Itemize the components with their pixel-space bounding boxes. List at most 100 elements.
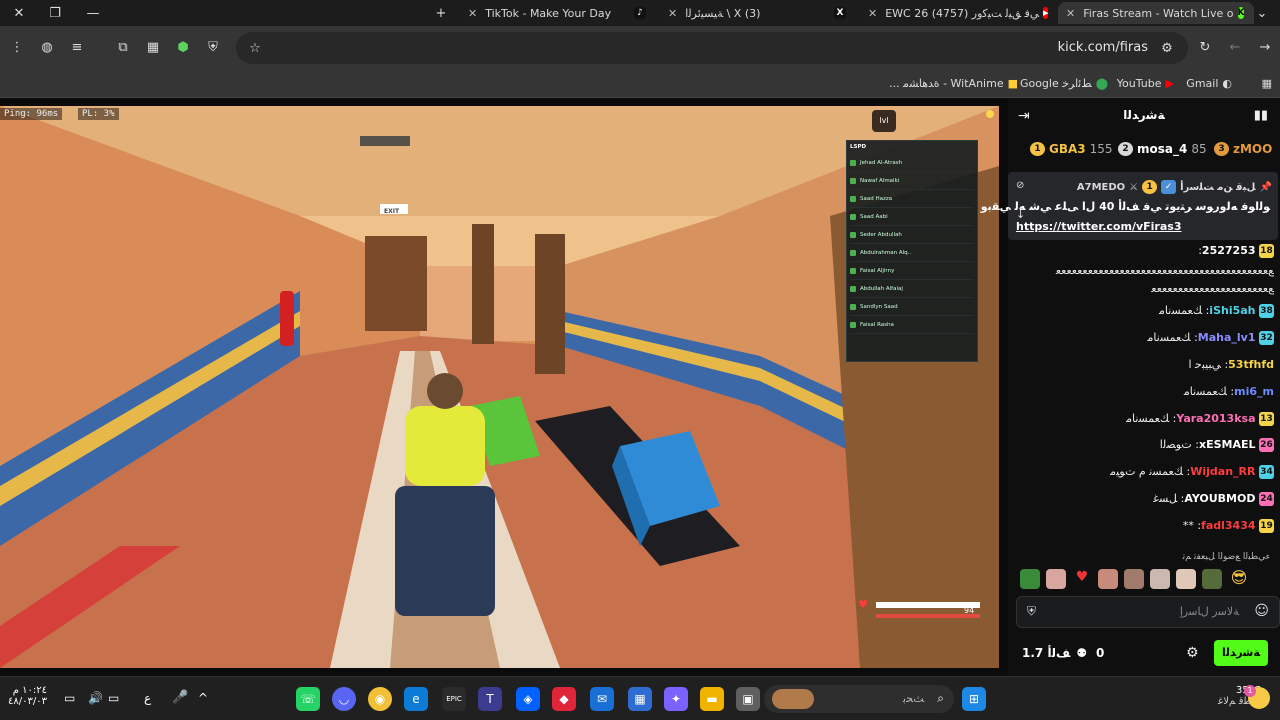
chat-username[interactable]: Wijdan_RR [1190, 465, 1255, 478]
site-settings-icon[interactable]: ⚙ [1158, 39, 1176, 57]
leaderboard-entry[interactable]: 2 mosa_4 85 [1118, 142, 1207, 156]
emote-icon[interactable] [1098, 569, 1118, 589]
chat-message[interactable]: 13 Yara2013ksa: ﻚﻌﻤﺴﻧﺎﻣ [1016, 412, 1274, 426]
microphone-icon[interactable]: 🎤 [172, 690, 188, 705]
bookmark-maps[interactable]: Google ﻂﺋﺍﺮﺧ ⬤ [1020, 77, 1108, 90]
chat-message[interactable]: ﻊﻌﻌﻌﻌﻌﻌﻌﻌﻌﻌﻌﻌﻌﻌﻌﻌﻌﻌﻌﻌﻌﻌﻌﻌﻌﻌﻌﻌﻌﻌﻌﻌﻌﻌﻌﻌﻌﻌﻌ… [1016, 264, 1274, 277]
chat-input-placeholder: ﺔﻟﺎﺳﺭ ﻝﺎﺳﺭﺇ [1179, 605, 1239, 618]
display-icon[interactable]: ▭ [108, 691, 119, 705]
task-view-icon[interactable]: ▣ [736, 687, 760, 711]
edge-icon[interactable]: e [404, 687, 428, 711]
emote-icon[interactable] [1202, 569, 1222, 589]
chat-username[interactable]: xESMAEL [1199, 438, 1256, 451]
emote-icon[interactable] [1176, 569, 1196, 589]
send-chat-button[interactable]: ﺔﺷﺭﺪﻟﺍ [1214, 640, 1268, 666]
restore-window-icon[interactable]: ❐ [36, 0, 74, 26]
windows-start-icon[interactable]: ⊞ [962, 687, 986, 711]
tab-close-icon[interactable]: ✕ [1066, 7, 1075, 20]
battery-icon[interactable]: ▭ [64, 691, 75, 705]
minimize-window-icon[interactable]: — [74, 0, 112, 26]
chat-message[interactable]: 26 xESMAEL: ﺕﻮﺼﻟﺍ [1016, 438, 1274, 452]
discord-icon[interactable]: ◡ [332, 687, 356, 711]
bookmark-gmail[interactable]: Gmail ◐ [1186, 77, 1232, 90]
tab-close-icon[interactable]: ✕ [468, 7, 477, 20]
chrome-icon[interactable]: ◉ [368, 687, 392, 711]
tab-youtube[interactable]: ✕ EWC 26 ﻲﻓ ﻖﻴﻟ ﺖﻴﻛﻭﺭ (4757) ▶ [860, 2, 1056, 24]
close-window-icon[interactable]: ✕ [0, 0, 38, 26]
chat-input[interactable]: ⛨ ﺔﻟﺎﺳﺭ ﻝﺎﺳﺭﺇ ☺ [1016, 596, 1280, 628]
cool-emoji-icon[interactable]: 😎 [1228, 568, 1250, 590]
app-diamond-icon[interactable]: ◆ [552, 687, 576, 711]
bookmark-youtube[interactable]: YouTube ▶ [1117, 77, 1174, 90]
copilot-icon[interactable]: ✦ [664, 687, 688, 711]
chat-username[interactable]: mi6_m [1234, 385, 1274, 398]
chat-users-icon[interactable]: ▮▮ [1254, 108, 1268, 123]
address-bar[interactable]: ☆ kick.com/firas ⚙ [236, 32, 1188, 64]
tab-tiktok[interactable]: ✕ TikTok - Make Your Day ♪ [460, 2, 656, 24]
chat-message[interactable]: 18 2527253: [1016, 244, 1274, 258]
chat-settings-icon[interactable]: ⚙ [1186, 645, 1199, 661]
clock[interactable]: ١٠:٢٤ م ٤٨/٠٣/٠٣ [8, 685, 47, 707]
show-hidden-icons-icon[interactable]: ^ [198, 691, 208, 705]
emote-icon[interactable] [1046, 569, 1066, 589]
shield-icon[interactable]: ⛨ [204, 38, 222, 56]
chat-username[interactable]: Yara2013ksa [1176, 412, 1255, 425]
chat-message[interactable]: 24 AYOUBMOD: ﻞﺴﻏ [1016, 492, 1274, 506]
bookmark-star-icon[interactable]: ☆ [246, 39, 264, 57]
bookmark-witanime[interactable]: ... ﺓﺪﻫﺎﺸﻣ - WitAnime ■ [889, 77, 1018, 90]
teams-icon[interactable]: T [478, 687, 502, 711]
leaderboard-entry[interactable]: 1 GBA3 155 [1030, 142, 1113, 156]
chat-username[interactable]: iShi5ah [1209, 304, 1255, 317]
extensions-puzzle-icon[interactable]: ⧉ [114, 38, 132, 56]
menu-icon[interactable]: ⋮ [8, 38, 26, 56]
url-text[interactable]: kick.com/firas [1058, 40, 1148, 55]
chat-message[interactable]: 38 iShi5ah: ﻚﻌﻤﺴﻧﺎﻣ [1016, 304, 1274, 318]
new-tab-icon[interactable]: + [422, 0, 460, 26]
tab-close-icon[interactable]: ✕ [868, 7, 877, 20]
chat-message[interactable]: 53tfhfd: ﻲﺒﻴﺒﺣ ﺍ [1016, 358, 1274, 371]
language-indicator[interactable]: ع [144, 691, 151, 705]
emote-icon[interactable] [1150, 569, 1170, 589]
epic-games-icon[interactable]: EPIC [442, 687, 466, 711]
chat-username[interactable]: 53tfhfd [1228, 358, 1274, 371]
volume-icon[interactable]: 🔊 [88, 691, 103, 705]
chat-username[interactable]: Maha_lv1 [1198, 331, 1256, 344]
tab-search-icon[interactable]: ⌄ [1244, 0, 1280, 26]
chat-username[interactable]: AYOUBMOD [1184, 492, 1255, 505]
forward-icon[interactable]: ← [1226, 38, 1244, 56]
heart-emote-icon[interactable]: ♥ [1072, 569, 1092, 589]
chat-message[interactable]: mi6_m: ﻚﻌﻤﺴﻧﺎﻣ [1016, 385, 1274, 398]
back-icon[interactable]: → [1256, 38, 1274, 56]
emoji-picker-icon[interactable]: ☺ [1254, 603, 1269, 619]
file-explorer-icon[interactable]: ▬ [700, 687, 724, 711]
emote-icon[interactable] [1020, 569, 1040, 589]
all-bookmarks-icon[interactable]: ▦ [1262, 77, 1272, 90]
shield-icon[interactable]: ⛨ [1027, 604, 1036, 619]
pinned-link[interactable]: https://twitter.com/vFiras3 [1016, 220, 1181, 233]
hide-pin-icon[interactable]: ⊘ [1016, 180, 1024, 191]
chat-message[interactable]: 32 Maha_lv1: ﻚﻌﻤﺴﻧﺎﻣ [1016, 331, 1274, 345]
extension-icon[interactable]: ⬢ [174, 38, 192, 56]
chat-username[interactable]: fadl3434 [1201, 519, 1255, 532]
taskbar-search[interactable]: ⌕ ﺚﺤﺑ [764, 685, 954, 713]
leaderboard-entry[interactable]: 3 zMOO [1214, 142, 1272, 156]
extension-icon[interactable]: ▦ [144, 38, 162, 56]
extension-icon[interactable]: ◍ [38, 38, 56, 56]
emote-icon[interactable] [1124, 569, 1144, 589]
tab-close-icon[interactable]: ✕ [668, 7, 677, 20]
chat-message[interactable]: 34 Wijdan_RR: ﻚﻌﻤﺴﻧ ﻡ ﺕﻮﻴﻣ [1016, 465, 1274, 479]
store-icon[interactable]: ▦ [628, 687, 652, 711]
chat-username[interactable]: 2527253 [1202, 244, 1256, 257]
media-icon[interactable]: ≡ [68, 38, 86, 56]
chat-message[interactable]: ﻊﻌﻌﻌﻌﻌﻌﻌﻌﻌﻌﻌﻌﻌﻌﻌﻌﻌﻌﻌﻌﻌﻌ [1016, 282, 1274, 295]
whatsapp-icon[interactable]: ☏ [296, 687, 320, 711]
outlook-icon[interactable]: ✉ [590, 687, 614, 711]
chat-message[interactable]: 19 fadl3434: ** [1016, 519, 1274, 533]
video-player[interactable]: Ping: 96ms PL: 3% EXIT lvl LSPD Jehad Al… [0, 106, 999, 668]
tab-x[interactable]: ✕ ﺔﻴﺴﻴﺋﺮﻟﺍ \ X (3) X [660, 2, 856, 24]
pinned-message[interactable]: ⊘ ↓ 📌 ﻞﺒﻗ ﻦﻣ ﺖﻠﺳﺭﺃ ✓ 1 ⚔ A7MEDO ﻮﻟﺍﻮﻓ ﻪﻟ… [981, 172, 1278, 240]
tab-strip: ✕ ❐ — + ✕ TikTok - Make Your Day ♪ ✕ ﺔﻴﺴ… [0, 0, 1280, 26]
dropbox-icon[interactable]: ◈ [516, 687, 540, 711]
reload-icon[interactable]: ↻ [1196, 38, 1214, 56]
tab-kick[interactable]: ✕ Firas Stream - Watch Live o K [1058, 2, 1254, 24]
